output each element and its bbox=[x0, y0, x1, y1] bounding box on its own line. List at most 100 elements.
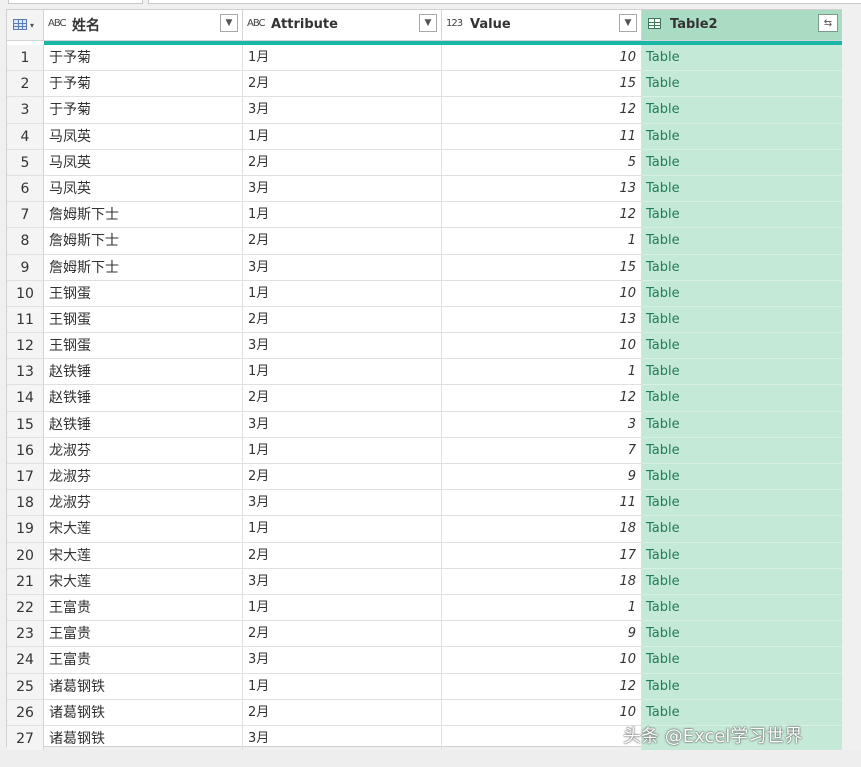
cell-name[interactable]: 赵铁锤 bbox=[44, 359, 243, 386]
cell-attribute[interactable]: 1月 bbox=[243, 123, 442, 150]
cell-table-link[interactable]: Table bbox=[642, 45, 842, 72]
cell-attribute[interactable]: 2月 bbox=[243, 621, 442, 648]
table-row[interactable]: 25 诸葛钢铁 1月 12 Table bbox=[7, 673, 843, 700]
cell-attribute[interactable]: 1月 bbox=[243, 594, 442, 622]
cell-attribute[interactable]: 1月 bbox=[243, 45, 442, 72]
cell-table-link[interactable]: Table bbox=[642, 464, 842, 491]
cell-table-link[interactable]: Table bbox=[642, 411, 842, 438]
formula-input[interactable] bbox=[148, 0, 861, 4]
cell-name[interactable]: 马凤英 bbox=[44, 149, 243, 176]
filter-dropdown-icon[interactable]: ▼ bbox=[419, 14, 437, 32]
cell-table-link[interactable]: Table bbox=[642, 542, 842, 569]
table-row[interactable]: 22 王富贵 1月 1 Table bbox=[7, 594, 843, 622]
table-type-icon[interactable] bbox=[648, 18, 661, 29]
table-row[interactable]: 21 宋大莲 3月 18 Table bbox=[7, 568, 843, 595]
table-row[interactable]: 20 宋大莲 2月 17 Table bbox=[7, 542, 843, 569]
cell-table-link[interactable]: Table bbox=[642, 149, 842, 176]
column-header-name[interactable]: ABC 姓名 ▼ bbox=[44, 10, 243, 41]
cell-value[interactable]: 12 bbox=[442, 202, 642, 229]
cell-attribute[interactable]: 2月 bbox=[243, 699, 442, 726]
cell-name[interactable]: 宋大莲 bbox=[44, 516, 243, 543]
cell-value[interactable]: 12 bbox=[442, 97, 642, 124]
table-row[interactable]: 10 王钢蛋 1月 10 Table bbox=[7, 280, 843, 307]
cell-name[interactable]: 王富贵 bbox=[44, 647, 243, 674]
text-type-icon[interactable]: ABC bbox=[48, 18, 66, 29]
cell-table-link[interactable]: Table bbox=[642, 673, 842, 700]
cell-name[interactable]: 詹姆斯下士 bbox=[44, 254, 243, 281]
cell-value[interactable]: 11 bbox=[442, 123, 642, 150]
cell-name[interactable]: 马凤英 bbox=[44, 175, 243, 203]
table-row[interactable]: 11 王钢蛋 2月 13 Table bbox=[7, 306, 843, 334]
cell-name[interactable]: 龙淑芬 bbox=[44, 437, 243, 464]
cell-value[interactable]: 15 bbox=[442, 254, 642, 281]
cell-table-link[interactable]: Table bbox=[642, 594, 842, 622]
cell-table-link[interactable]: Table bbox=[642, 568, 842, 595]
cell-table-link[interactable]: Table bbox=[642, 202, 842, 229]
cell-table-link[interactable]: Table bbox=[642, 516, 842, 543]
cell-table-link[interactable]: Table bbox=[642, 71, 842, 98]
cell-attribute[interactable]: 3月 bbox=[243, 254, 442, 281]
cell-value[interactable]: 12 bbox=[442, 673, 642, 700]
cell-table-link[interactable]: Table bbox=[642, 228, 842, 255]
cell-value[interactable]: 17 bbox=[442, 542, 642, 569]
cell-attribute[interactable]: 3月 bbox=[243, 725, 442, 753]
cell-value[interactable]: 7 bbox=[442, 437, 642, 464]
cell-value[interactable]: 10 bbox=[442, 647, 642, 674]
cell-attribute[interactable]: 3月 bbox=[243, 97, 442, 124]
expand-column-icon[interactable]: ⇆ bbox=[818, 14, 838, 32]
column-header-attribute[interactable]: ABC Attribute ▼ bbox=[243, 10, 442, 41]
cell-value[interactable]: 13 bbox=[442, 175, 642, 203]
table-row[interactable]: 15 赵铁锤 3月 3 Table bbox=[7, 411, 843, 438]
cell-value[interactable]: 3 bbox=[442, 411, 642, 438]
cell-table-link[interactable]: Table bbox=[642, 359, 842, 386]
cell-name[interactable]: 诸葛钢铁 bbox=[44, 673, 243, 700]
table-row[interactable]: 23 王富贵 2月 9 Table bbox=[7, 621, 843, 648]
table-menu-corner[interactable]: ▾ bbox=[7, 10, 44, 41]
horizontal-scrollbar[interactable] bbox=[0, 750, 861, 767]
table-row[interactable]: 7 詹姆斯下士 1月 12 Table bbox=[7, 202, 843, 229]
cell-attribute[interactable]: 3月 bbox=[243, 175, 442, 203]
filter-dropdown-icon[interactable]: ▼ bbox=[619, 14, 637, 32]
text-type-icon[interactable]: ABC bbox=[247, 18, 265, 29]
cell-attribute[interactable]: 3月 bbox=[243, 411, 442, 438]
cell-value[interactable]: 10 bbox=[442, 45, 642, 72]
cell-value[interactable]: 9 bbox=[442, 464, 642, 491]
cell-name[interactable]: 詹姆斯下士 bbox=[44, 202, 243, 229]
cell-name[interactable]: 宋大莲 bbox=[44, 542, 243, 569]
cell-name[interactable]: 王富贵 bbox=[44, 621, 243, 648]
table-row[interactable]: 2 于予菊 2月 15 Table bbox=[7, 71, 843, 98]
cell-attribute[interactable]: 2月 bbox=[243, 542, 442, 569]
cell-table-link[interactable]: Table bbox=[642, 97, 842, 124]
cell-value[interactable]: 10 bbox=[442, 280, 642, 307]
cell-name[interactable]: 龙淑芬 bbox=[44, 464, 243, 491]
table-row[interactable]: 13 赵铁锤 1月 1 Table bbox=[7, 359, 843, 386]
cell-attribute[interactable]: 2月 bbox=[243, 71, 442, 98]
table-row[interactable]: 14 赵铁锤 2月 12 Table bbox=[7, 385, 843, 412]
cell-name[interactable]: 赵铁锤 bbox=[44, 411, 243, 438]
cell-table-link[interactable]: Table bbox=[642, 647, 842, 674]
cell-attribute[interactable]: 1月 bbox=[243, 516, 442, 543]
cell-value[interactable]: 12 bbox=[442, 385, 642, 412]
filter-dropdown-icon[interactable]: ▼ bbox=[220, 14, 238, 32]
table-row[interactable]: 19 宋大莲 1月 18 Table bbox=[7, 516, 843, 543]
table-row[interactable]: 24 王富贵 3月 10 Table bbox=[7, 647, 843, 674]
cell-value[interactable]: 11 bbox=[442, 490, 642, 517]
cell-value[interactable]: 9 bbox=[442, 621, 642, 648]
cell-name[interactable]: 诸葛钢铁 bbox=[44, 725, 243, 753]
cell-value[interactable]: 10 bbox=[442, 333, 642, 360]
cell-attribute[interactable]: 3月 bbox=[243, 568, 442, 595]
cell-name[interactable]: 詹姆斯下士 bbox=[44, 228, 243, 255]
cell-table-link[interactable]: Table bbox=[642, 333, 842, 360]
cell-attribute[interactable]: 2月 bbox=[243, 228, 442, 255]
cell-name[interactable]: 于予菊 bbox=[44, 71, 243, 98]
table-row[interactable]: 17 龙淑芬 2月 9 Table bbox=[7, 464, 843, 491]
cell-table-link[interactable]: Table bbox=[642, 175, 842, 203]
cell-name[interactable]: 王钢蛋 bbox=[44, 306, 243, 334]
cell-attribute[interactable]: 2月 bbox=[243, 385, 442, 412]
cell-attribute[interactable]: 2月 bbox=[243, 464, 442, 491]
number-type-icon[interactable]: 123 bbox=[446, 18, 463, 29]
cell-value[interactable]: 10 bbox=[442, 699, 642, 726]
cell-value[interactable]: 1 bbox=[442, 228, 642, 255]
name-box[interactable] bbox=[8, 0, 143, 4]
table-row[interactable]: 8 詹姆斯下士 2月 1 Table bbox=[7, 228, 843, 255]
